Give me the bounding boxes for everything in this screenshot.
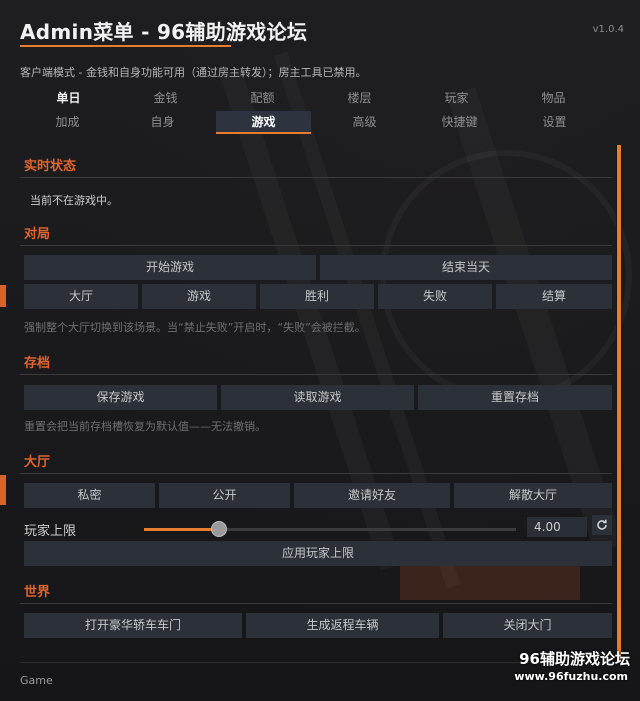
section-divider	[20, 374, 612, 375]
background-edge-accent	[0, 475, 6, 505]
tab-hotkeys[interactable]: 快捷键	[412, 110, 507, 134]
section-divider	[20, 603, 612, 604]
tab-players[interactable]: 玩家	[408, 86, 505, 110]
public-lobby-button[interactable]: 公开	[159, 483, 290, 508]
scrollbar-thumb[interactable]	[617, 145, 621, 661]
watermark-url: www.96fuzhu.com	[514, 670, 628, 683]
end-day-button[interactable]: 结束当天	[320, 255, 612, 280]
tab-single-day[interactable]: 单日	[20, 86, 117, 110]
background-edge-accent	[0, 285, 6, 307]
tab-advanced[interactable]: 高级	[317, 110, 412, 134]
tab-floor[interactable]: 楼层	[311, 86, 408, 110]
section-title-save: 存档	[24, 356, 51, 371]
tab-settings[interactable]: 设置	[507, 110, 602, 134]
refresh-icon	[597, 519, 607, 530]
open-limo-door-button[interactable]: 打开豪华轿车车门	[24, 613, 242, 638]
private-lobby-button[interactable]: 私密	[24, 483, 155, 508]
status-text: 当前不在游戏中。	[30, 194, 118, 207]
window-title: Admin菜单 - 96辅助游戏论坛	[20, 20, 308, 44]
tab-row-2: 加成 自身 游戏 高级 快捷键 设置	[20, 110, 602, 134]
tab-bar: 单日 金钱 配额 楼层 玩家 物品 加成 自身 游戏 高级 快捷键 设置	[20, 86, 602, 134]
game-panel: 实时状态 当前不在游戏中。 对局 开始游戏 结束当天 大厅 游戏 胜利 失败 结…	[20, 145, 616, 661]
section-title-status: 实时状态	[24, 159, 77, 174]
watermark-title: 96辅助游戏论坛	[519, 650, 630, 668]
tab-quota[interactable]: 配额	[214, 86, 311, 110]
tab-self[interactable]: 自身	[115, 110, 210, 134]
scene-game-button[interactable]: 游戏	[142, 284, 256, 309]
section-divider	[20, 245, 612, 246]
player-limit-label: 玩家上限	[24, 524, 77, 539]
invite-friends-button[interactable]: 邀请好友	[294, 483, 450, 508]
section-title-round: 对局	[24, 227, 51, 242]
title-underline	[20, 45, 231, 47]
reset-save-button[interactable]: 重置存档	[418, 385, 612, 410]
disband-lobby-button[interactable]: 解散大厅	[454, 483, 612, 508]
section-title-world: 世界	[24, 585, 51, 600]
player-limit-input[interactable]: 4.00	[527, 517, 587, 537]
version-label: v1.0.4	[592, 24, 624, 35]
apply-player-limit-button[interactable]: 应用玩家上限	[24, 541, 612, 566]
scene-win-button[interactable]: 胜利	[260, 284, 374, 309]
close-gate-button[interactable]: 关闭大门	[443, 613, 612, 638]
round-note: 强制整个大厅切换到该场景。当“禁止失败”开启时，“失败”会被拦截。	[24, 321, 366, 334]
section-title-lobby: 大厅	[24, 455, 51, 470]
save-game-button[interactable]: 保存游戏	[24, 385, 217, 410]
tab-game[interactable]: 游戏	[216, 111, 311, 134]
footer-tab-label: Game	[20, 674, 53, 687]
section-divider	[20, 473, 612, 474]
mode-description: 客户端模式 - 金钱和自身功能可用（通过房主转发）；房主工具已禁用。	[20, 66, 367, 79]
section-divider	[20, 177, 612, 178]
player-limit-slider-handle[interactable]	[211, 521, 227, 537]
spawn-return-vehicle-button[interactable]: 生成返程车辆	[246, 613, 439, 638]
load-game-button[interactable]: 读取游戏	[221, 385, 414, 410]
player-limit-slider-fill	[144, 528, 218, 531]
start-game-button[interactable]: 开始游戏	[24, 255, 316, 280]
save-note: 重置会把当前存档槽恢复为默认值——无法撤销。	[24, 420, 266, 433]
scene-lobby-button[interactable]: 大厅	[24, 284, 138, 309]
scene-lose-button[interactable]: 失败	[378, 284, 492, 309]
tab-items[interactable]: 物品	[505, 86, 602, 110]
tab-boost[interactable]: 加成	[20, 110, 115, 134]
tab-money[interactable]: 金钱	[117, 86, 214, 110]
tab-row-1: 单日 金钱 配额 楼层 玩家 物品	[20, 86, 602, 110]
reset-player-limit-button[interactable]	[592, 515, 612, 535]
scene-settlement-button[interactable]: 结算	[496, 284, 612, 309]
